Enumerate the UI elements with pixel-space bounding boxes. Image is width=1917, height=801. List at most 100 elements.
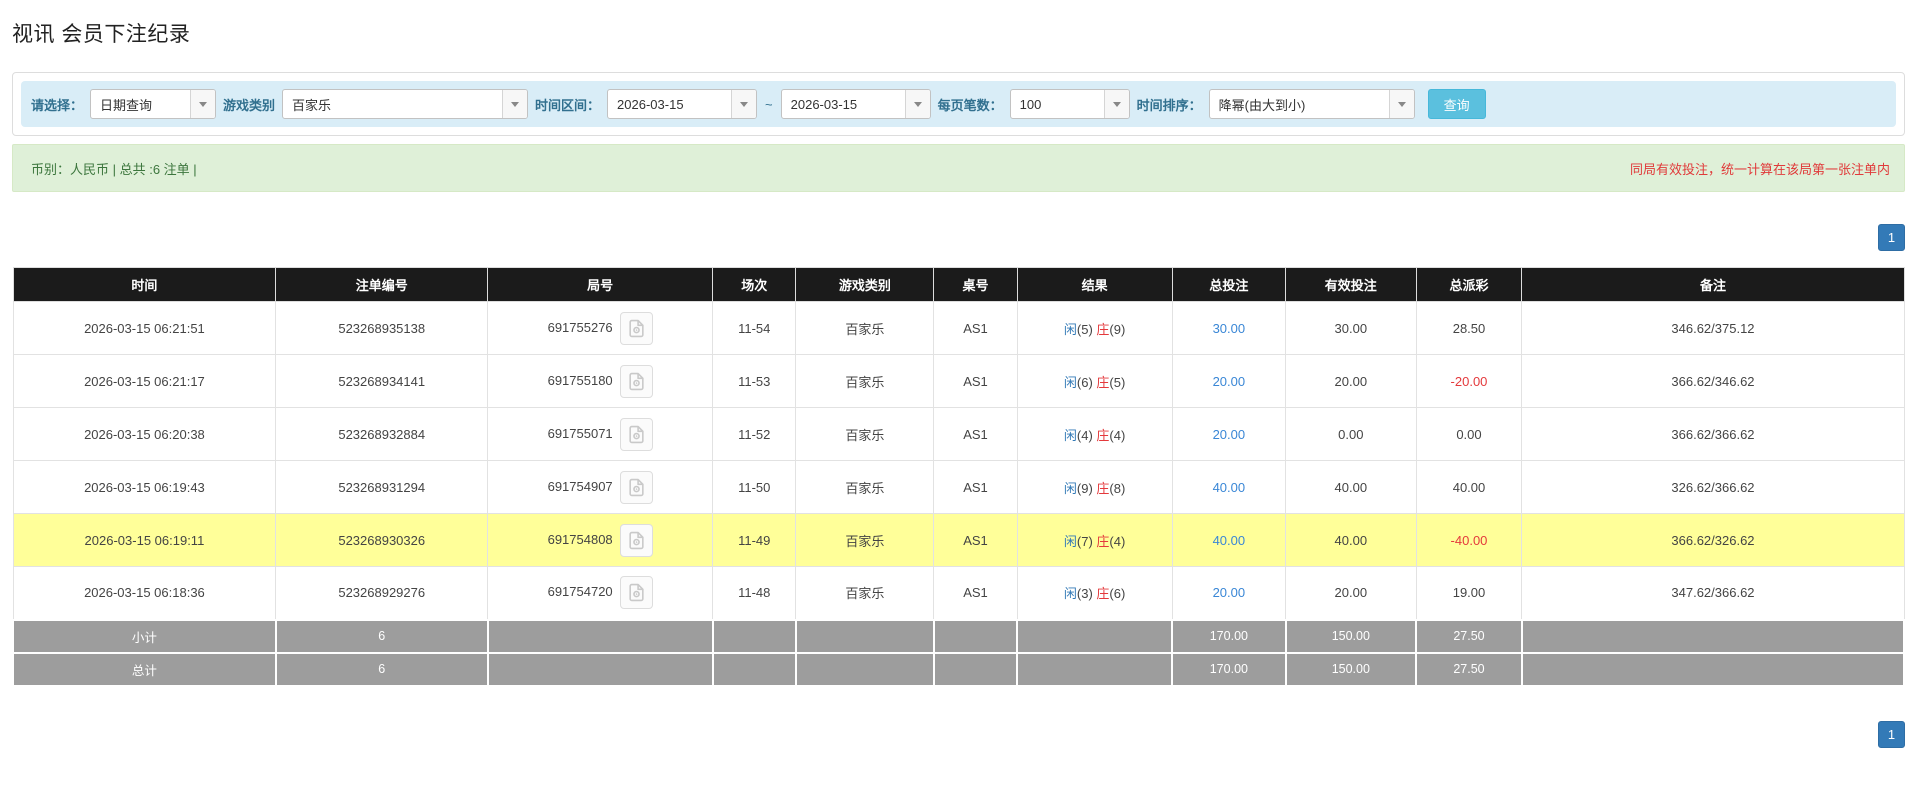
table-row: 2026-03-15 06:21:17 523268934141 691755180… bbox=[12, 354, 1905, 408]
column-header-round: 局号 bbox=[487, 267, 714, 302]
subtotal-empty-cell bbox=[932, 618, 1019, 654]
column-header-result: 结果 bbox=[1016, 267, 1173, 302]
player-result-score: (5) bbox=[1076, 321, 1093, 337]
query-type-dropdown-button[interactable] bbox=[190, 90, 216, 118]
column-header-payout: 总派彩 bbox=[1415, 267, 1523, 302]
game-type-cell: 百家乐 bbox=[795, 354, 935, 408]
result-cell: 闲(4) 庄(4) bbox=[1016, 407, 1173, 461]
video-file-icon bbox=[627, 319, 646, 338]
round-number: 691755180 bbox=[547, 372, 613, 388]
remark-cell: 347.62/366.62 bbox=[1521, 566, 1905, 620]
banker-result-score: (8) bbox=[1109, 480, 1126, 496]
subtotal-label: 小计 bbox=[12, 618, 277, 654]
video-replay-button[interactable] bbox=[619, 364, 653, 398]
total-bet-link[interactable]: 40.00 bbox=[1213, 533, 1246, 548]
banker-result-label: 庄 bbox=[1096, 427, 1110, 443]
total-empty-cell bbox=[794, 651, 935, 687]
total-bet-link[interactable]: 40.00 bbox=[1213, 480, 1246, 495]
game-type-dropdown[interactable]: 百家乐 bbox=[282, 89, 529, 119]
total-bet-link[interactable]: 20.00 bbox=[1213, 585, 1246, 600]
table-no-cell: AS1 bbox=[933, 407, 1018, 461]
query-type-dropdown[interactable]: 日期查询 bbox=[90, 89, 217, 119]
date-to-value: 2026-03-15 bbox=[790, 96, 858, 112]
query-type-value: 日期查询 bbox=[100, 97, 153, 113]
total-bet-link[interactable]: 20.00 bbox=[1213, 374, 1246, 389]
video-replay-button[interactable] bbox=[619, 523, 653, 557]
table-row: 2026-03-15 06:21:51 523268935138 691755276… bbox=[12, 301, 1905, 355]
result-cell: 闲(5) 庄(9) bbox=[1016, 301, 1173, 355]
total-bet-cell: 40.00 bbox=[1171, 460, 1287, 514]
banker-result-score: (4) bbox=[1109, 427, 1126, 443]
banker-result-label: 庄 bbox=[1096, 321, 1110, 337]
page-size-label: 每页笔数： bbox=[937, 97, 1003, 113]
date-from-dropdown-button[interactable] bbox=[731, 90, 757, 118]
subtotal-payout: 27.50 bbox=[1415, 618, 1523, 654]
video-replay-button[interactable] bbox=[619, 576, 653, 610]
date-to-dropdown-button[interactable] bbox=[904, 90, 930, 118]
date-from-picker[interactable]: 2026-03-15 bbox=[607, 89, 758, 119]
filter-panel: 请选择： 日期查询 游戏类别 百家乐 时间区间： 2026-03-15 ~ 20… bbox=[12, 72, 1905, 136]
session-cell: 11-50 bbox=[712, 460, 797, 514]
round-number: 691754907 bbox=[547, 478, 613, 494]
subtotal-empty-cell bbox=[1520, 618, 1906, 654]
column-header-bet-id: 注单编号 bbox=[275, 267, 489, 302]
session-cell: 11-48 bbox=[712, 566, 797, 620]
bet-id-cell: 523268929276 bbox=[275, 566, 489, 620]
round-number: 691755276 bbox=[547, 319, 613, 335]
session-cell: 11-54 bbox=[712, 301, 797, 355]
total-empty-cell bbox=[486, 651, 714, 687]
payout-cell: -20.00 bbox=[1415, 354, 1523, 408]
bet-id-cell: 523268931294 bbox=[275, 460, 489, 514]
valid-bet-cell: 0.00 bbox=[1285, 407, 1417, 461]
session-cell: 11-52 bbox=[712, 407, 797, 461]
player-result-score: (9) bbox=[1076, 480, 1093, 496]
total-bet-link[interactable]: 20.00 bbox=[1213, 427, 1246, 442]
result-cell: 闲(3) 庄(6) bbox=[1016, 566, 1173, 620]
total-bet-cell: 20.00 bbox=[1171, 354, 1287, 408]
remark-cell: 366.62/346.62 bbox=[1521, 354, 1905, 408]
subtotal-empty-cell bbox=[486, 618, 714, 654]
page-size-dropdown-button[interactable] bbox=[1103, 90, 1129, 118]
time-range-label: 时间区间： bbox=[535, 97, 601, 113]
time-sort-value: 降幂(由大到小) bbox=[1218, 97, 1306, 113]
table-row: 2026-03-15 06:18:36 523268929276 691754720… bbox=[12, 566, 1905, 620]
currency-total-text: 币别：人民币 | 总共 :6 注单 | bbox=[31, 161, 197, 177]
column-header-total-bet: 总投注 bbox=[1171, 267, 1287, 302]
valid-bet-cell: 30.00 bbox=[1285, 301, 1417, 355]
total-bet-cell: 20.00 bbox=[1171, 407, 1287, 461]
game-type-cell: 百家乐 bbox=[795, 460, 935, 514]
game-type-dropdown-button[interactable] bbox=[502, 90, 528, 118]
total-bet-link[interactable]: 30.00 bbox=[1213, 321, 1246, 336]
total-bet-cell: 20.00 bbox=[1171, 566, 1287, 620]
caret-down-icon bbox=[511, 101, 520, 107]
video-replay-button[interactable] bbox=[619, 311, 653, 345]
subtotal-row: 小计 6 170.00 150.00 27.50 bbox=[12, 618, 1906, 654]
page-title: 视讯 会员下注纪录 bbox=[12, 23, 191, 46]
video-replay-button[interactable] bbox=[619, 470, 653, 504]
player-result-label: 闲 bbox=[1063, 374, 1077, 390]
round-cell: 691755276 bbox=[487, 301, 714, 355]
time-sort-dropdown-button[interactable] bbox=[1388, 90, 1414, 118]
payout-cell: 28.50 bbox=[1415, 301, 1523, 355]
date-to-picker[interactable]: 2026-03-15 bbox=[780, 89, 931, 119]
query-button[interactable]: 查询 bbox=[1427, 89, 1486, 119]
filter-bar: 请选择： 日期查询 游戏类别 百家乐 时间区间： 2026-03-15 ~ 20… bbox=[21, 81, 1896, 127]
time-cell: 2026-03-15 06:21:51 bbox=[12, 301, 277, 355]
table-row: 2026-03-15 06:19:11 523268930326 691754808… bbox=[12, 513, 1905, 567]
page-1-button[interactable]: 1 bbox=[1878, 224, 1905, 251]
column-header-remark: 备注 bbox=[1521, 267, 1905, 302]
video-file-icon bbox=[627, 372, 646, 391]
video-replay-button[interactable] bbox=[619, 417, 653, 451]
time-sort-dropdown[interactable]: 降幂(由大到小) bbox=[1208, 89, 1415, 119]
player-result-label: 闲 bbox=[1063, 586, 1077, 602]
round-cell: 691754808 bbox=[487, 513, 714, 567]
total-empty-cell bbox=[1520, 651, 1906, 687]
total-total-bet: 170.00 bbox=[1171, 651, 1287, 687]
remark-cell: 326.62/366.62 bbox=[1521, 460, 1905, 514]
valid-bet-notice: 同局有效投注，统一计算在该局第一张注单内 bbox=[1629, 161, 1890, 177]
page-size-dropdown[interactable]: 100 bbox=[1009, 89, 1130, 119]
total-row: 总计 6 170.00 150.00 27.50 bbox=[12, 651, 1906, 687]
page-1-button[interactable]: 1 bbox=[1878, 720, 1905, 748]
payout-cell: -40.00 bbox=[1415, 513, 1523, 567]
bet-id-cell: 523268930326 bbox=[275, 513, 489, 567]
